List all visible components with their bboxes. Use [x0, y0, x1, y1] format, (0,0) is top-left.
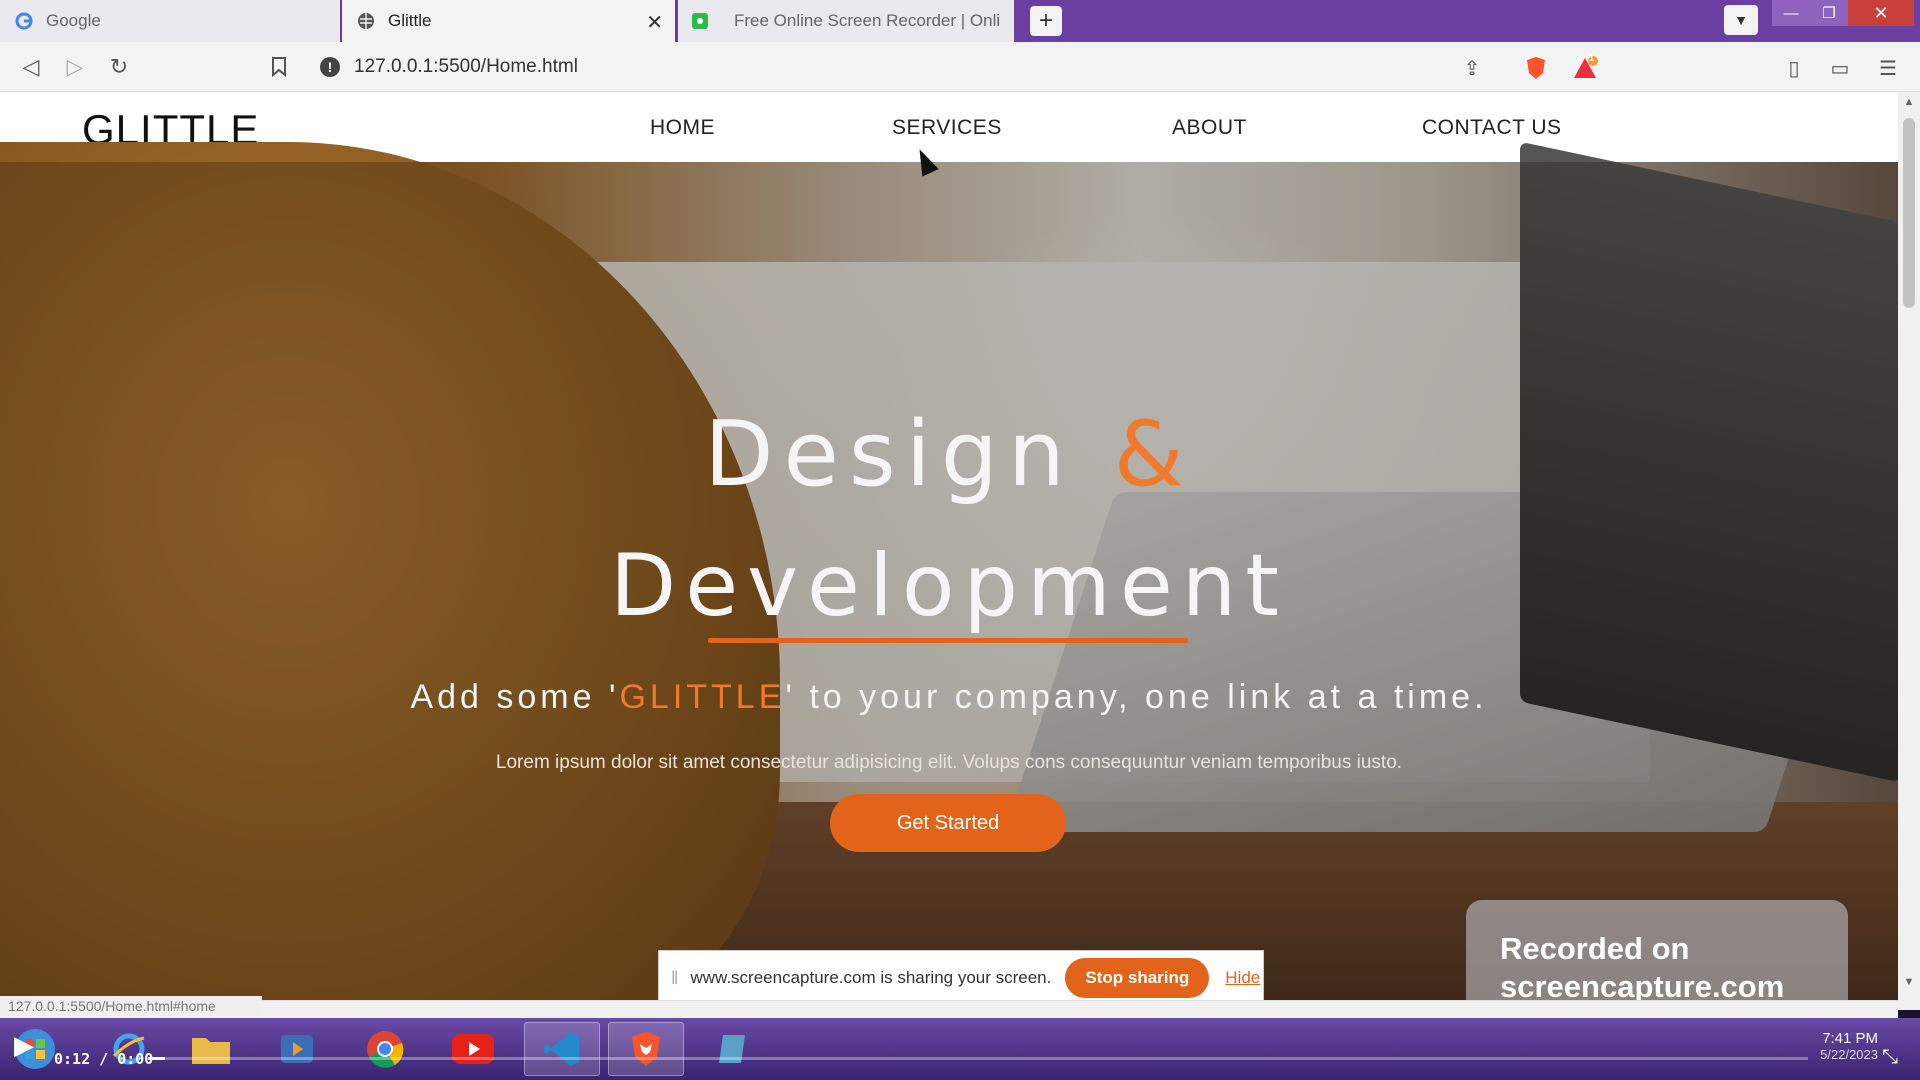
reload-icon[interactable]: ↻	[104, 52, 134, 82]
app-launcher-icon[interactable]	[698, 1022, 768, 1076]
globe-icon	[356, 11, 376, 31]
menu-icon[interactable]: ☰	[1874, 54, 1902, 82]
system-clock: 7:41 PM 5/22/2023	[1820, 1030, 1878, 1062]
hide-share-bar-link[interactable]: Hide	[1225, 968, 1260, 988]
scroll-up-icon[interactable]: ▲	[1898, 96, 1920, 108]
tab-search-chevron-icon[interactable]: ▼	[1724, 5, 1758, 35]
nav-about[interactable]: ABOUT	[1172, 116, 1247, 140]
brave-browser-icon[interactable]	[608, 1022, 684, 1076]
sidebar-icon[interactable]: ▯	[1780, 54, 1808, 82]
minimize-icon[interactable]: —	[1772, 0, 1810, 26]
hero-title-line1: Design &	[704, 402, 1194, 507]
forward-icon[interactable]: ▷	[60, 52, 90, 82]
nav-contact-us[interactable]: CONTACT US	[1422, 116, 1562, 140]
close-window-icon[interactable]: ✕	[1848, 0, 1914, 26]
hero-description: Lorem ipsum dolor sit amet consectetur a…	[495, 752, 1403, 773]
status-url: 127.0.0.1:5500/Home.html#home	[0, 996, 262, 1016]
share-icon[interactable]: ⇪	[1458, 54, 1486, 82]
tab-google[interactable]: Google	[0, 0, 340, 42]
web-page: GLITTLE HOME SERVICES ABOUT CONTACT US D…	[0, 92, 1898, 1010]
brave-shield-icon[interactable]	[1522, 54, 1550, 82]
scrollbar-thumb[interactable]	[1903, 118, 1915, 308]
stop-sharing-button[interactable]: Stop sharing	[1065, 958, 1210, 998]
site-info-icon[interactable]: !	[320, 57, 340, 77]
horizontal-scrollbar[interactable]	[0, 1000, 1898, 1018]
address-bar[interactable]: ! 127.0.0.1:5500/Home.html	[320, 50, 1620, 84]
file-explorer-icon[interactable]	[176, 1022, 246, 1076]
share-message: www.screencapture.com is sharing your sc…	[690, 968, 1052, 987]
tab-label: Free Online Screen Recorder | Onli	[734, 11, 1001, 30]
rewards-badge: 1	[1589, 53, 1595, 63]
tab-screen-recorder[interactable]: Free Online Screen Recorder | Onli	[678, 0, 1014, 42]
tab-label: Google	[46, 11, 101, 30]
scroll-down-icon[interactable]: ▼	[1898, 976, 1920, 988]
screen-share-bar: ‖ www.screencapture.com is sharing your …	[658, 950, 1264, 1006]
video-progress-bar[interactable]	[148, 1057, 1808, 1060]
hero-divider	[708, 638, 1188, 643]
hero-tagline: Add some 'GLITTLE' to your company, one …	[410, 678, 1488, 716]
close-tab-icon[interactable]: ✕	[646, 10, 663, 35]
play-icon[interactable]: ▶	[14, 1030, 34, 1061]
nav-home[interactable]: HOME	[650, 116, 715, 140]
get-started-button[interactable]: Get Started	[830, 794, 1066, 852]
nav-services[interactable]: SERVICES	[892, 116, 1002, 140]
new-tab-button[interactable]: +	[1030, 6, 1062, 36]
bookmark-icon[interactable]	[264, 52, 294, 82]
youtube-icon[interactable]	[438, 1022, 508, 1076]
vscode-icon[interactable]	[524, 1022, 600, 1076]
drag-handle-icon[interactable]: ‖	[671, 968, 678, 989]
media-player-icon[interactable]	[262, 1022, 332, 1076]
google-icon	[14, 11, 34, 31]
back-icon[interactable]: ◁	[16, 52, 46, 82]
recorder-icon	[692, 11, 712, 31]
vertical-scrollbar[interactable]: ▲ ▼	[1898, 92, 1920, 1010]
recording-watermark: Recorded on screencapture.com	[1466, 900, 1848, 1010]
hero-section: Design & Development Add some 'GLITTLE' …	[0, 141, 1898, 1010]
hero-title-line2: Development	[610, 536, 1288, 636]
wallet-icon[interactable]: ▭	[1826, 54, 1854, 82]
restore-icon[interactable]: ❐	[1810, 0, 1848, 26]
taskbar	[0, 1018, 1920, 1080]
title-ampersand: &	[1113, 402, 1194, 507]
brave-rewards-icon[interactable]: 1	[1572, 53, 1600, 82]
tab-label: Glittle	[388, 11, 432, 30]
tab-glittle[interactable]: Glittle ✕	[342, 0, 675, 42]
tagline-brand: GLITTLE	[619, 678, 786, 716]
tab-strip: Google Glittle ✕ Free Online Screen Reco…	[0, 0, 1920, 42]
browser-toolbar: ◁ ▷ ↻ ! 127.0.0.1:5500/Home.html ⇪ 1 ▯ ▭…	[0, 42, 1920, 92]
chrome-icon[interactable]	[350, 1022, 420, 1076]
video-time: 0:12 / 0:00	[54, 1050, 154, 1068]
url-text: 127.0.0.1:5500/Home.html	[354, 56, 578, 77]
exit-fullscreen-icon[interactable]: ⤡	[1882, 1046, 1898, 1069]
video-progress-fill	[148, 1057, 165, 1060]
